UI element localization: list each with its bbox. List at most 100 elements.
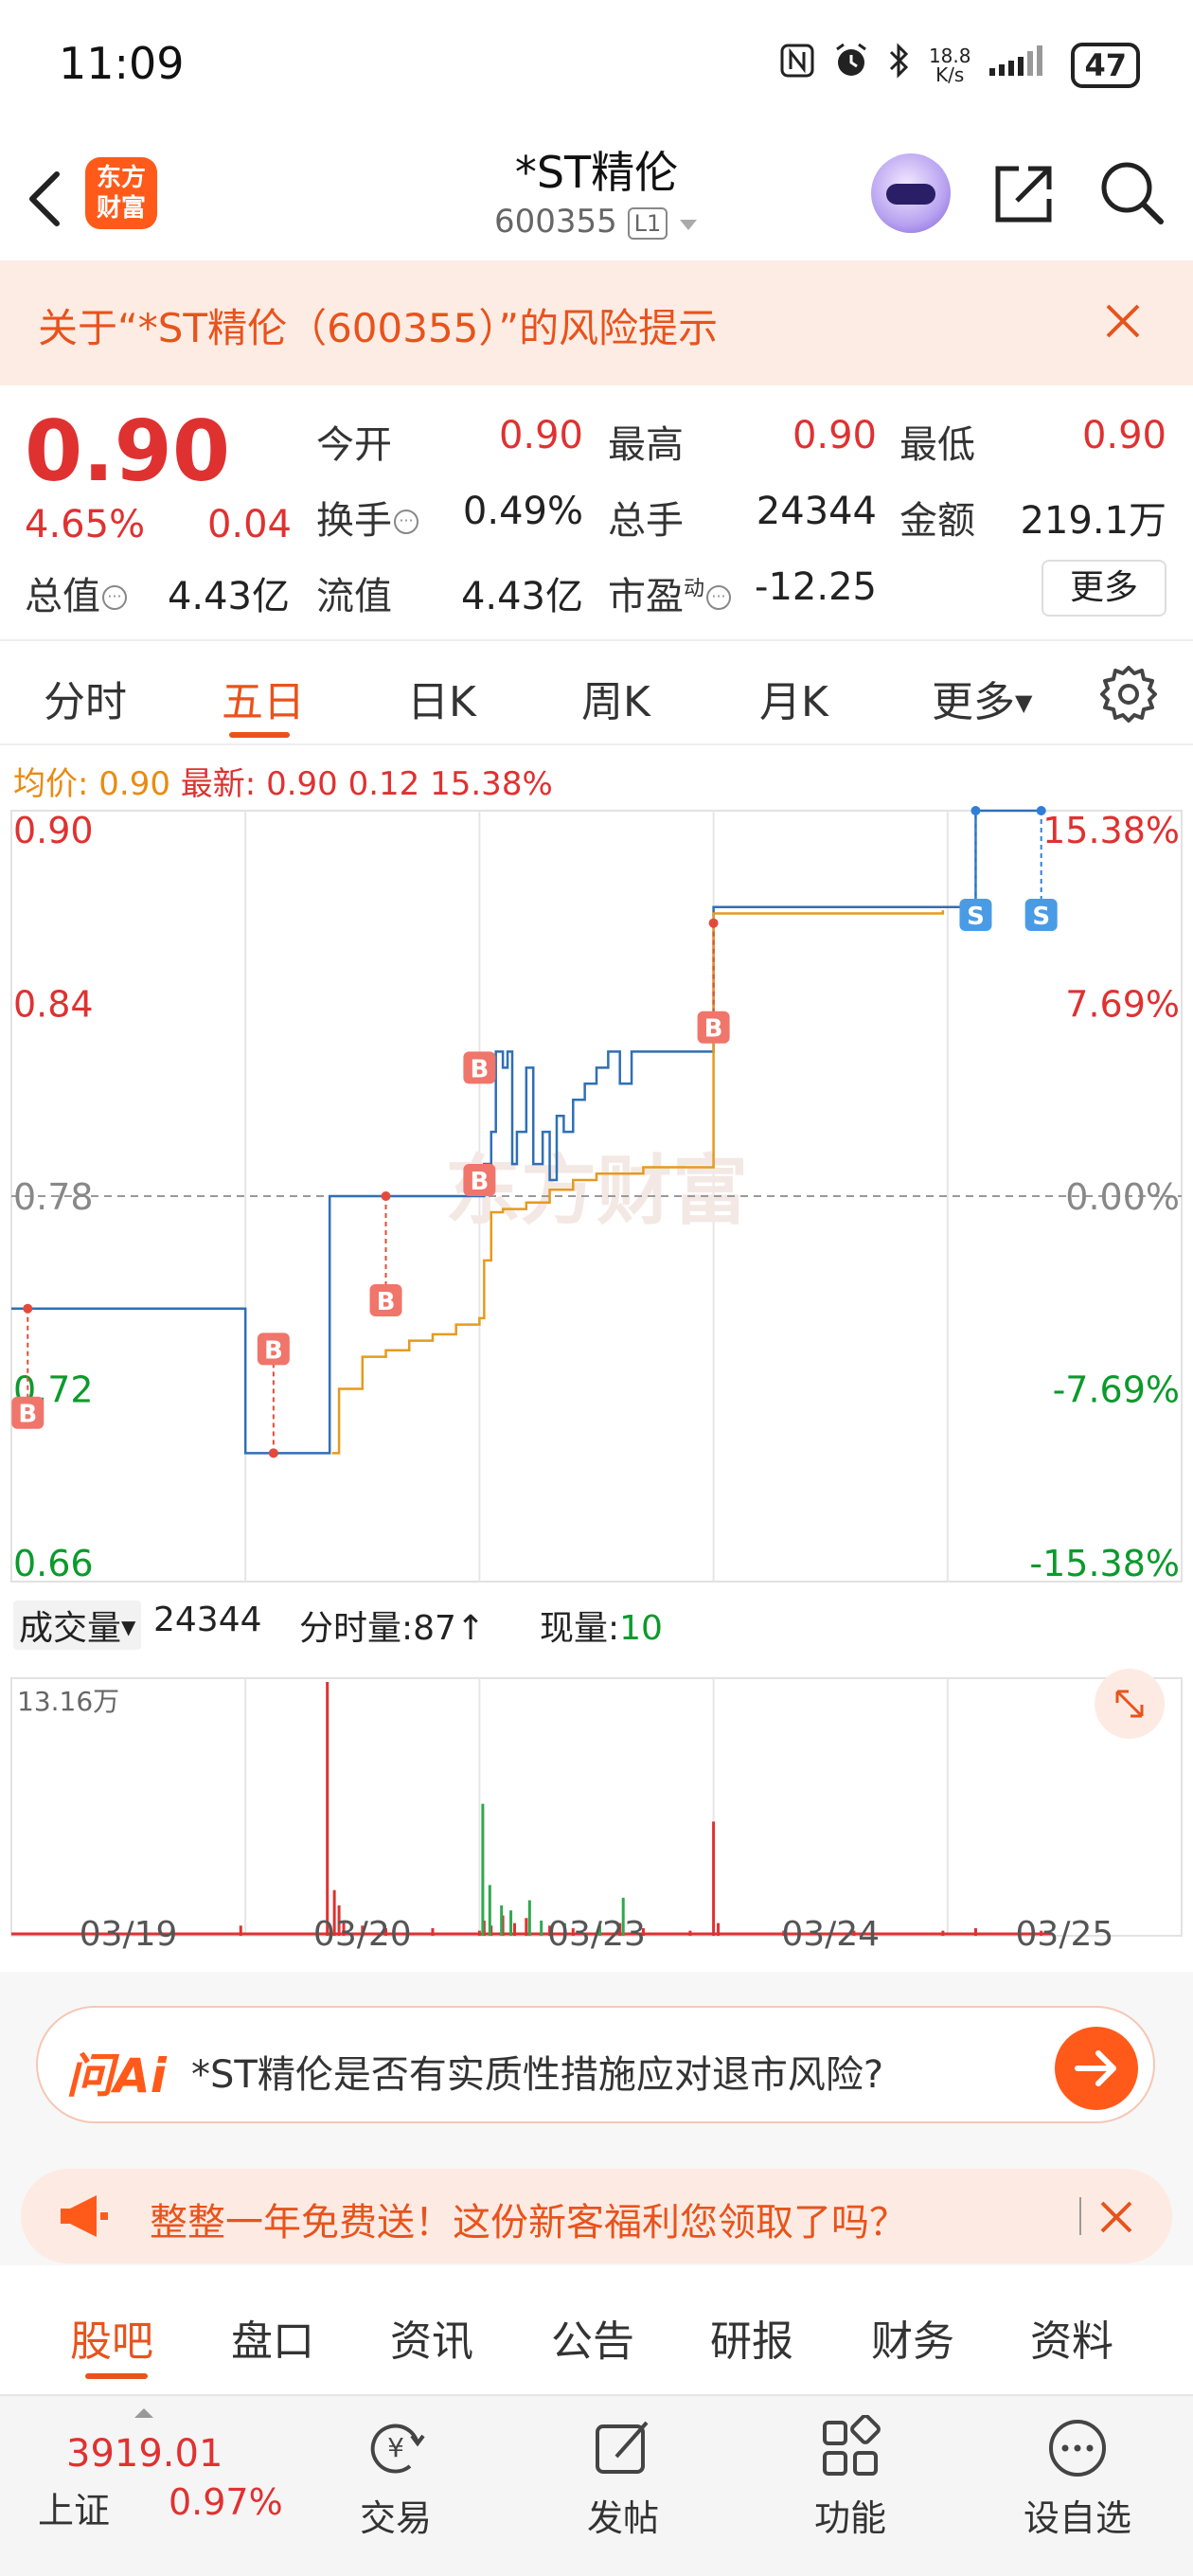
date-label: 03/25 xyxy=(1015,1915,1114,1954)
y-tick-left: 0.90 xyxy=(13,810,94,851)
low-label: 最低 xyxy=(899,423,975,467)
y-tick-left: 0.78 xyxy=(13,1176,94,1218)
open-value: 0.90 xyxy=(498,414,583,457)
volume-max-label: 13.16万 xyxy=(17,1686,119,1717)
nfc-icon xyxy=(779,43,815,87)
close-icon[interactable] xyxy=(1093,2193,1140,2241)
tab-five-day[interactable]: 五日 xyxy=(222,668,305,728)
nav-functions[interactable]: 功能 xyxy=(784,2415,917,2541)
ai-logo: 问Ai xyxy=(66,2048,167,2103)
chart-period-tabs: 分时 五日 日K 周K 月K 更多▼ xyxy=(0,641,1193,745)
expand-icon[interactable] xyxy=(1095,1669,1165,1739)
tab-weekly-k[interactable]: 周K xyxy=(581,668,650,728)
marker-label: B xyxy=(470,1168,489,1196)
nav-trade[interactable]: ¥ 交易 xyxy=(329,2415,462,2541)
y-tick-right: -15.38% xyxy=(1029,1543,1180,1584)
change-amount: 0.04 xyxy=(206,503,292,546)
tab-monthly-k[interactable]: 月K xyxy=(759,668,828,728)
index-percent[interactable]: 0.97% xyxy=(169,2481,283,2523)
turnover-value: 0.49% xyxy=(462,490,583,533)
tab-news[interactable]: 资讯 xyxy=(390,2307,473,2368)
marker-label: S xyxy=(1032,903,1050,931)
ai-question-text[interactable]: *ST精伦是否有实质性措施应对退市风险? xyxy=(191,2044,883,2099)
volume-indicator-select[interactable]: 成交量▼ xyxy=(13,1601,142,1650)
tab-forum[interactable]: 股吧 xyxy=(70,2307,153,2368)
marker-label: B xyxy=(18,1401,37,1429)
risk-notice-banner[interactable]: 关于“*ST精伦（600355）”的风险提示 xyxy=(0,260,1193,385)
marker-label: B xyxy=(470,1055,489,1083)
tab-order-book[interactable]: 盘口 xyxy=(231,2307,314,2368)
caret-up-icon xyxy=(133,2406,155,2424)
active-tab-underline xyxy=(229,732,290,738)
trade-icon: ¥ xyxy=(370,2424,425,2474)
index-value[interactable]: 3919.01 xyxy=(66,2432,223,2476)
assistant-robot-icon[interactable] xyxy=(871,153,951,233)
tab-daily-k[interactable]: 日K xyxy=(407,668,476,728)
marker-dot xyxy=(970,806,981,815)
more-quote-button[interactable]: 更多 xyxy=(1042,560,1166,617)
ai-question-bar[interactable]: 问Ai *ST精伦是否有实质性措施应对退市风险? xyxy=(36,2006,1155,2123)
ai-area: 问Ai *ST精伦是否有实质性措施应对退市风险? 整整一年免费送！这份新客福利您… xyxy=(0,1972,1193,2265)
marker-label: B xyxy=(704,1015,723,1044)
go-button[interactable] xyxy=(1055,2027,1138,2110)
five-day-price-chart[interactable]: 东方财富0.90 15.38%0.84 7.69%0.78 0.00%0.72 -7.6… xyxy=(0,805,1193,1591)
marker-dot xyxy=(268,1448,278,1458)
date-axis: 03/19 03/20 03/23 03/24 03/25 xyxy=(0,1915,1193,1968)
content-tabs: 股吧 盘口 资讯 公告 研报 财务 资料 xyxy=(0,2279,1193,2383)
arrow-right-icon xyxy=(1075,2050,1116,2086)
tab-more[interactable]: 更多▼ xyxy=(932,668,1032,728)
date-label: 03/20 xyxy=(312,1915,412,1954)
y-tick-left: 0.84 xyxy=(13,984,94,1026)
marker-label: B xyxy=(377,1288,396,1316)
signal-icon xyxy=(988,44,1054,86)
latest-label: 最新: xyxy=(180,765,257,803)
price-line xyxy=(11,809,1046,1455)
nav-customize[interactable]: 设自选 xyxy=(1011,2415,1144,2541)
index-name[interactable]: 上证 xyxy=(38,2481,110,2533)
level-badge: L1 xyxy=(627,206,668,240)
tab-intraday[interactable]: 分时 xyxy=(44,668,127,728)
tab-profile[interactable]: 资料 xyxy=(1030,2307,1113,2368)
gear-icon[interactable] xyxy=(1098,664,1159,724)
high-value: 0.90 xyxy=(792,414,877,457)
info-icon: ··· xyxy=(394,510,418,534)
quote-panel: 0.90 4.65% 0.04 今开 0.90 最高 0.90 最低 0.90 … xyxy=(0,385,1193,641)
more-dots-icon xyxy=(1049,2420,1106,2477)
marker-dot xyxy=(381,1191,391,1201)
nav-post[interactable]: 发帖 xyxy=(557,2415,689,2541)
latest-value: 0.90 xyxy=(266,765,338,803)
tab-finance[interactable]: 财务 xyxy=(871,2307,954,2368)
marker-dot xyxy=(708,918,719,928)
stock-code-text: 600355 xyxy=(493,203,617,241)
turnover-label[interactable]: 换手 ··· xyxy=(316,490,418,545)
change-percent: 4.65% xyxy=(25,503,146,546)
promo-text[interactable]: 整整一年免费送！这份新客福利您领取了吗？ xyxy=(150,2191,907,2246)
high-label: 最高 xyxy=(608,423,684,467)
share-icon[interactable] xyxy=(990,161,1057,227)
close-icon[interactable] xyxy=(1100,298,1146,344)
marker-dot xyxy=(23,1303,33,1314)
y-tick-left: 0.66 xyxy=(13,1543,94,1584)
volume-value: 24344 xyxy=(756,490,877,533)
tab-research[interactable]: 研报 xyxy=(710,2307,793,2368)
float-cap-value: 4.43亿 xyxy=(460,575,583,618)
dropdown-triangle-icon: ▼ xyxy=(121,1616,136,1638)
marker-label: S xyxy=(967,903,985,931)
search-icon[interactable] xyxy=(1098,159,1165,225)
battery-indicator: 47 xyxy=(1071,42,1140,88)
float-cap-label: 流值 xyxy=(316,575,392,618)
current-volume: 现量:10 xyxy=(540,1609,663,1648)
tab-announcements[interactable]: 公告 xyxy=(551,2307,634,2368)
info-icon: ··· xyxy=(102,585,127,610)
risk-notice-text[interactable]: 关于“*ST精伦（600355）”的风险提示 xyxy=(38,296,718,354)
y-tick-right: 7.69% xyxy=(1065,984,1180,1026)
dropdown-triangle-icon: ▼ xyxy=(1015,689,1033,716)
dropdown-triangle-icon xyxy=(678,203,699,241)
alarm-icon xyxy=(832,42,870,88)
date-label: 03/24 xyxy=(781,1915,881,1954)
mktcap-label[interactable]: 总值 ··· xyxy=(25,565,127,620)
date-label: 03/23 xyxy=(547,1915,646,1954)
promo-banner[interactable]: 整整一年免费送！这份新客福利您领取了吗？ xyxy=(21,2169,1172,2263)
stock-header: 东方 财富 *ST精伦 600355 L1 xyxy=(0,133,1193,260)
pe-label[interactable]: 市盈动 ··· xyxy=(608,565,732,620)
